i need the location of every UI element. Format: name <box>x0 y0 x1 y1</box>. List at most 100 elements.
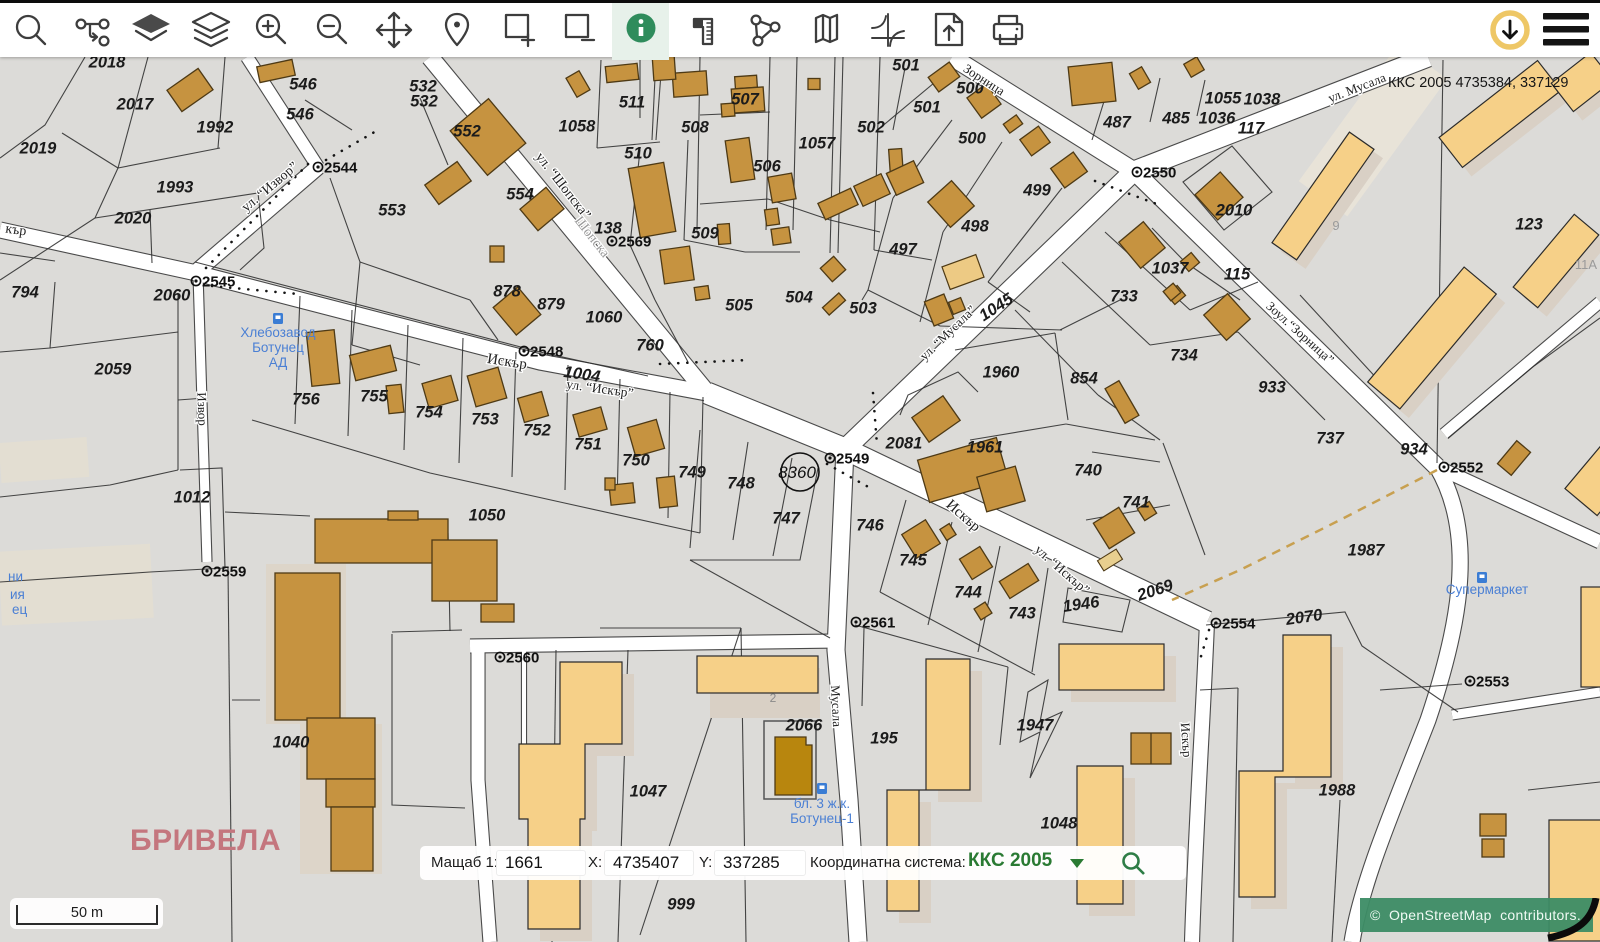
svg-text:743: 743 <box>1008 605 1036 623</box>
svg-text:50 m: 50 m <box>71 905 103 921</box>
svg-text:1988: 1988 <box>1319 782 1357 800</box>
svg-text:751: 751 <box>574 436 602 454</box>
svg-text:748: 748 <box>727 475 755 493</box>
svg-text:2560: 2560 <box>506 650 539 667</box>
svg-text:1993: 1993 <box>157 179 194 197</box>
svg-text:498: 498 <box>960 218 989 236</box>
svg-text:553: 553 <box>378 202 406 220</box>
svg-text:506: 506 <box>753 158 781 176</box>
svg-text:1040: 1040 <box>273 734 311 752</box>
svg-text:502: 502 <box>857 119 885 137</box>
svg-text:507: 507 <box>731 91 759 109</box>
svg-text:Ботунец-1: Ботунец-1 <box>790 811 854 826</box>
svg-text:2559: 2559 <box>213 564 246 581</box>
svg-text:554: 554 <box>506 186 534 204</box>
svg-text:1012: 1012 <box>174 489 211 507</box>
svg-text:2059: 2059 <box>94 361 133 379</box>
svg-text:2: 2 <box>770 691 777 705</box>
svg-text:1055: 1055 <box>1205 90 1243 108</box>
svg-text:123: 123 <box>1515 216 1543 234</box>
svg-text:750: 750 <box>622 452 650 470</box>
svg-text:ни: ни <box>8 569 23 584</box>
svg-text:2561: 2561 <box>862 615 895 632</box>
svg-text:2548: 2548 <box>530 344 563 361</box>
svg-text:Извор: Извор <box>194 392 210 426</box>
svg-text:509: 509 <box>691 225 719 243</box>
svg-text:2060: 2060 <box>153 287 192 305</box>
svg-text:734: 734 <box>1170 347 1198 365</box>
svg-text:АД: АД <box>269 355 288 370</box>
svg-text:532: 532 <box>410 93 438 111</box>
svg-text:бл. 3 ж.к.: бл. 3 ж.к. <box>794 796 850 811</box>
svg-text:546: 546 <box>289 76 317 94</box>
svg-text:747: 747 <box>772 510 800 528</box>
svg-text:746: 746 <box>856 517 884 535</box>
svg-text:2017: 2017 <box>116 96 155 114</box>
svg-text:1960: 1960 <box>983 364 1021 382</box>
svg-text:2553: 2553 <box>1476 674 1509 691</box>
svg-text:755: 755 <box>360 388 388 406</box>
svg-text:2550: 2550 <box>1143 165 1176 182</box>
svg-text:485: 485 <box>1161 110 1190 128</box>
svg-text:749: 749 <box>678 464 706 482</box>
svg-text:879: 879 <box>537 296 565 314</box>
svg-text:508: 508 <box>681 119 709 137</box>
svg-text:744: 744 <box>954 584 982 602</box>
svg-text:кър: кър <box>4 222 27 240</box>
svg-text:740: 740 <box>1074 462 1102 480</box>
svg-text:499: 499 <box>1022 182 1051 200</box>
svg-text:1038: 1038 <box>1244 91 1282 109</box>
svg-text:497: 497 <box>888 241 917 259</box>
svg-text:741: 741 <box>1122 494 1150 512</box>
svg-text:1060: 1060 <box>586 309 624 327</box>
svg-text:546: 546 <box>286 106 314 124</box>
svg-text:2066: 2066 <box>785 717 824 735</box>
svg-text:505: 505 <box>725 297 753 315</box>
svg-text:1058: 1058 <box>559 118 597 136</box>
svg-text:1037: 1037 <box>1152 260 1190 278</box>
svg-text:510: 510 <box>624 145 652 163</box>
svg-text:Хлебозавод: Хлебозавод <box>240 325 315 340</box>
svg-text:1992: 1992 <box>197 119 234 137</box>
svg-text:500: 500 <box>958 130 986 148</box>
svg-text:552: 552 <box>453 123 481 141</box>
svg-text:2552: 2552 <box>1450 460 1483 477</box>
svg-text:753: 753 <box>471 411 499 429</box>
svg-text:933: 933 <box>1258 379 1286 397</box>
svg-text:733: 733 <box>1110 288 1138 306</box>
svg-text:2544: 2544 <box>324 160 358 177</box>
svg-text:9: 9 <box>1332 218 1339 233</box>
svg-text:2019: 2019 <box>19 140 58 158</box>
svg-text:504: 504 <box>785 289 813 307</box>
svg-text:195: 195 <box>870 730 898 748</box>
svg-text:1036: 1036 <box>1199 110 1237 128</box>
svg-text:2020: 2020 <box>114 210 153 228</box>
svg-text:760: 760 <box>636 337 664 355</box>
svg-text:2549: 2549 <box>836 451 869 468</box>
svg-text:Искър: Искър <box>1178 722 1195 758</box>
svg-text:1987: 1987 <box>1348 542 1386 560</box>
svg-text:754: 754 <box>415 404 443 422</box>
svg-text:Супермаркет: Супермаркет <box>1446 582 1528 597</box>
svg-text:1961: 1961 <box>967 439 1004 457</box>
svg-text:11А: 11А <box>1575 257 1597 272</box>
svg-text:2545: 2545 <box>202 274 235 291</box>
svg-text:934: 934 <box>1400 441 1428 459</box>
svg-text:2010: 2010 <box>1215 202 1254 220</box>
svg-text:487: 487 <box>1102 114 1131 132</box>
svg-text:8360: 8360 <box>778 463 816 482</box>
svg-text:ец: ец <box>12 602 28 617</box>
svg-text:794: 794 <box>11 284 39 302</box>
svg-text:999: 999 <box>667 896 695 914</box>
svg-text:1048: 1048 <box>1041 815 1079 833</box>
svg-text:1057: 1057 <box>799 135 837 153</box>
svg-text:503: 503 <box>849 300 877 318</box>
svg-text:Мусала: Мусала <box>828 685 845 728</box>
svg-text:854: 854 <box>1070 370 1098 388</box>
svg-text:501: 501 <box>913 99 941 117</box>
svg-text:878: 878 <box>493 283 521 301</box>
svg-text:2569: 2569 <box>618 234 651 251</box>
svg-text:756: 756 <box>292 391 320 409</box>
svg-text:737: 737 <box>1316 430 1344 448</box>
svg-text:1050: 1050 <box>469 507 507 525</box>
